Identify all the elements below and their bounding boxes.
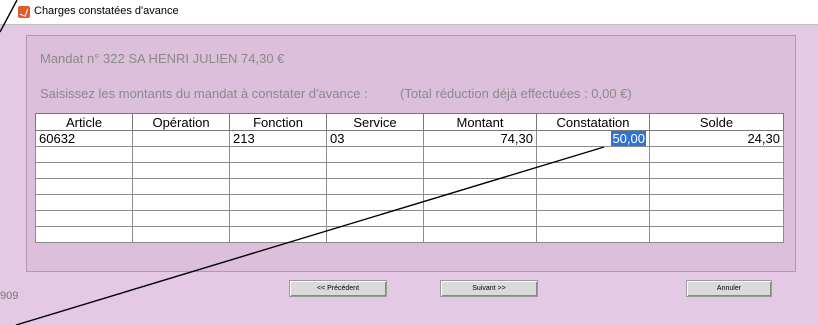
- annotation-arrow-line: [15, 146, 605, 325]
- annotation-overlay: [0, 0, 605, 325]
- annotation-line-top: [0, 0, 18, 33]
